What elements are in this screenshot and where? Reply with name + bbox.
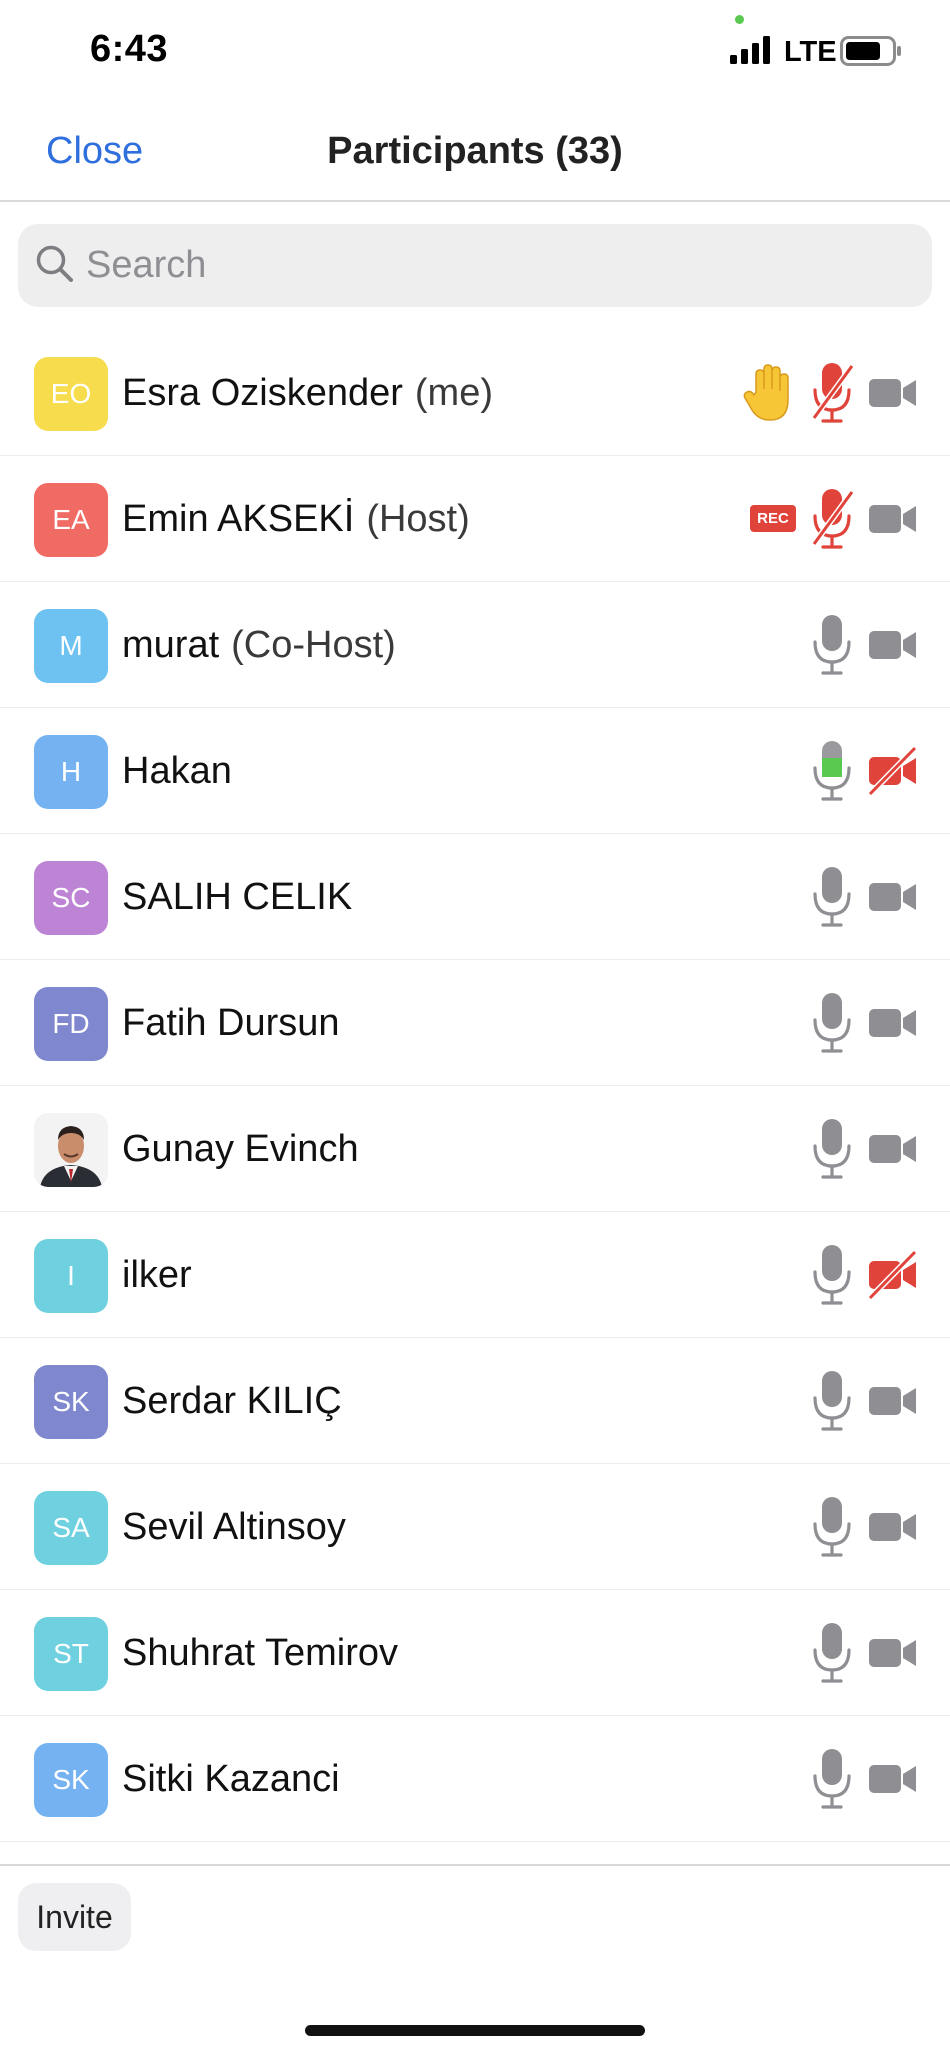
participant-row[interactable]: SK Serdar KILIÇ [0, 1338, 950, 1464]
participant-name-line: SALIH CELIK [122, 834, 352, 960]
status-time: 6:43 [90, 28, 169, 70]
raised-hand-icon [742, 362, 798, 424]
avatar: SA [34, 1491, 108, 1565]
invite-button[interactable]: Invite [18, 1883, 131, 1951]
battery-icon [840, 36, 901, 66]
participant-name: Fatih Dursun [122, 1002, 340, 1044]
participant-role: (me) [414, 372, 493, 414]
microphone-icon[interactable] [808, 1368, 856, 1434]
avatar: ST [34, 1617, 108, 1691]
participant-row[interactable]: FD Fatih Dursun [0, 960, 950, 1086]
microphone-muted-icon[interactable] [808, 486, 856, 552]
participant-list: EO Esra Oziskender (me) EA Emin AKSEKİ (Ho… [0, 330, 950, 1842]
avatar: M [34, 609, 108, 683]
video-camera-icon[interactable] [868, 871, 918, 923]
participant-name-line: Serdar KILIÇ [122, 1338, 342, 1464]
participant-name: murat [122, 624, 220, 666]
participant-name-line: Hakan [122, 708, 232, 834]
participant-name-line: Sitki Kazanci [122, 1716, 340, 1842]
status-bar: 6:43 LTE [0, 0, 950, 100]
search-box[interactable] [18, 224, 932, 307]
microphone-icon[interactable] [808, 738, 856, 804]
participant-role: (Co-Host) [231, 624, 396, 666]
microphone-icon[interactable] [808, 990, 856, 1056]
video-off-icon[interactable] [867, 745, 918, 797]
avatar: H [34, 735, 108, 809]
participant-role: (Host) [366, 498, 470, 540]
participant-name: Gunay Evinch [122, 1128, 359, 1170]
video-camera-icon[interactable] [868, 1501, 918, 1553]
microphone-icon[interactable] [808, 1242, 856, 1308]
participant-row[interactable]: H Hakan [0, 708, 950, 834]
avatar: SK [34, 1365, 108, 1439]
participant-row[interactable]: SA Sevil Altinsoy [0, 1464, 950, 1590]
avatar: SC [34, 861, 108, 935]
participant-name: Shuhrat Temirov [122, 1632, 398, 1674]
participant-name: SALIH CELIK [122, 876, 353, 918]
microphone-icon[interactable] [808, 612, 856, 678]
avatar: SK [34, 1743, 108, 1817]
participant-row[interactable]: SK Sitki Kazanci [0, 1716, 950, 1842]
participant-name-line: ilker [122, 1212, 192, 1338]
avatar: EA [34, 483, 108, 557]
video-camera-icon[interactable] [868, 367, 918, 419]
search-input[interactable] [86, 224, 906, 307]
header: Close Participants (33) [0, 100, 950, 202]
home-indicator [305, 2025, 645, 2036]
video-camera-icon[interactable] [868, 997, 918, 1049]
video-camera-icon[interactable] [868, 619, 918, 671]
participant-row[interactable]: Gunay Evinch [0, 1086, 950, 1212]
microphone-icon[interactable] [808, 1746, 856, 1812]
video-camera-icon[interactable] [868, 1375, 918, 1427]
video-camera-icon[interactable] [868, 1753, 918, 1805]
video-off-icon[interactable] [867, 1249, 918, 1301]
microphone-muted-icon[interactable] [808, 360, 856, 426]
participant-name: Esra Oziskender [122, 372, 403, 414]
participant-name: Serdar KILIÇ [122, 1380, 342, 1422]
microphone-icon[interactable] [808, 1494, 856, 1560]
participant-row[interactable]: SC SALIH CELIK [0, 834, 950, 960]
video-camera-icon[interactable] [868, 1123, 918, 1175]
video-camera-icon[interactable] [868, 1627, 918, 1679]
microphone-icon[interactable] [808, 1116, 856, 1182]
participant-row[interactable]: EO Esra Oziskender (me) [0, 330, 950, 456]
participant-name-line: Esra Oziskender (me) [122, 330, 493, 456]
video-camera-icon[interactable] [868, 493, 918, 545]
avatar-photo [34, 1113, 108, 1187]
avatar: EO [34, 357, 108, 431]
participant-name: Emin AKSEKİ [122, 498, 355, 540]
participant-name: Hakan [122, 750, 232, 792]
participant-row[interactable]: EA Emin AKSEKİ (Host) REC [0, 456, 950, 582]
microphone-icon[interactable] [808, 1620, 856, 1686]
participant-name-line: Fatih Dursun [122, 960, 340, 1086]
participant-name-line: Emin AKSEKİ (Host) [122, 456, 470, 582]
avatar: I [34, 1239, 108, 1313]
recording-badge: REC [750, 505, 796, 532]
footer-divider [0, 1864, 950, 1866]
network-type: LTE [784, 36, 837, 68]
microphone-icon[interactable] [808, 864, 856, 930]
participant-row[interactable]: M murat (Co-Host) [0, 582, 950, 708]
privacy-indicator-dot [735, 15, 744, 24]
participant-row[interactable]: I ilker [0, 1212, 950, 1338]
participant-name-line: Shuhrat Temirov [122, 1590, 398, 1716]
participant-row[interactable]: ST Shuhrat Temirov [0, 1590, 950, 1716]
participant-name: Sevil Altinsoy [122, 1506, 346, 1548]
participant-name-line: Gunay Evinch [122, 1086, 359, 1212]
cellular-signal-icon [730, 36, 770, 64]
participant-name-line: Sevil Altinsoy [122, 1464, 346, 1590]
participant-name: Sitki Kazanci [122, 1758, 340, 1800]
page-title: Participants (33) [327, 130, 623, 172]
search-icon [36, 245, 73, 282]
participant-name-line: murat (Co-Host) [122, 582, 396, 708]
participant-name: ilker [122, 1254, 192, 1296]
avatar: FD [34, 987, 108, 1061]
